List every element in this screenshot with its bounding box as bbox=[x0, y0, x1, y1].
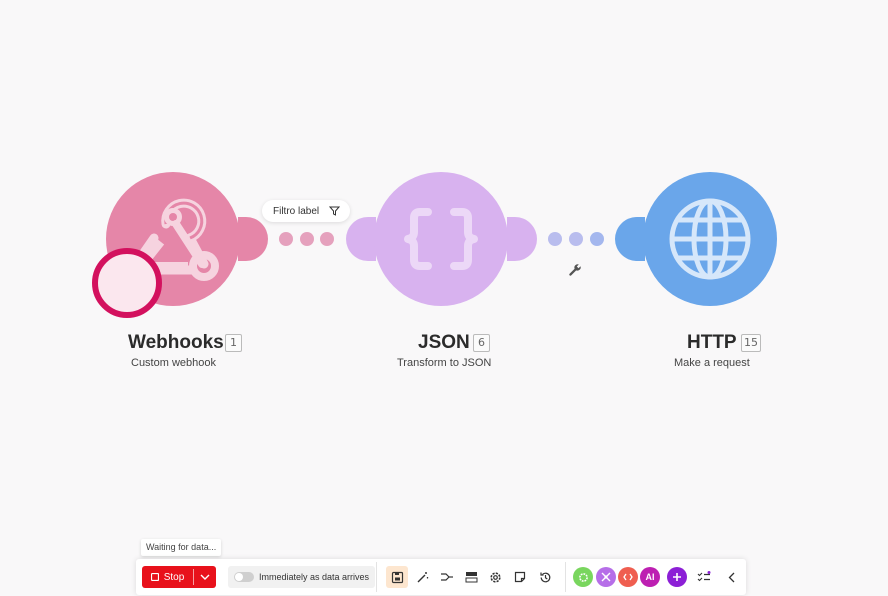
notes-button[interactable] bbox=[509, 566, 531, 588]
http-module[interactable] bbox=[643, 172, 777, 306]
toolbar-divider bbox=[376, 562, 377, 592]
toggle-label: Immediately as data arrives bbox=[259, 572, 370, 582]
stop-label: Stop bbox=[163, 571, 185, 583]
module-id-badge: 15 bbox=[741, 334, 761, 352]
checklist-icon bbox=[697, 571, 711, 582]
text-parser-icon bbox=[623, 573, 633, 581]
save-icon bbox=[391, 571, 403, 583]
scenario-toolbar: Stop Immediately as data arrives AI bbox=[136, 559, 746, 595]
run-once-ring[interactable] bbox=[92, 248, 162, 318]
status-tooltip: Waiting for data... bbox=[141, 539, 222, 556]
ai-tools-button[interactable]: AI bbox=[640, 567, 660, 587]
json-module[interactable] bbox=[374, 172, 508, 306]
toolbar-divider bbox=[565, 562, 566, 592]
module-title: HTTP bbox=[687, 332, 737, 353]
filter-label[interactable]: Filtro label bbox=[262, 200, 351, 222]
add-module-button[interactable] bbox=[667, 567, 687, 587]
json-braces-icon bbox=[404, 208, 478, 270]
connection-dot bbox=[320, 232, 334, 246]
history-icon bbox=[539, 572, 550, 582]
magic-wand-icon bbox=[417, 571, 428, 582]
layout-icon bbox=[465, 572, 477, 583]
connection-dot bbox=[569, 232, 583, 246]
scenario-canvas[interactable]: Filtro label Webhooks 1 Custom webhook J… bbox=[0, 0, 888, 596]
json-input-connector[interactable] bbox=[346, 217, 376, 261]
flow-icon bbox=[441, 573, 453, 581]
module-subtitle: Make a request bbox=[674, 357, 750, 369]
plus-icon bbox=[673, 573, 681, 581]
stop-options-button[interactable] bbox=[194, 566, 216, 588]
stop-icon bbox=[150, 573, 159, 581]
gear-icon bbox=[489, 571, 501, 583]
json-output-connector[interactable] bbox=[507, 217, 537, 261]
settings-button[interactable] bbox=[484, 566, 506, 588]
note-icon bbox=[514, 571, 526, 583]
module-id-badge: 6 bbox=[473, 334, 490, 352]
ai-label: AI bbox=[645, 572, 655, 582]
text-parser-button[interactable] bbox=[618, 567, 638, 587]
connection-dot bbox=[590, 232, 604, 246]
tools-button[interactable] bbox=[573, 567, 593, 587]
wrench-icon[interactable] bbox=[568, 263, 582, 277]
auto-align-button[interactable] bbox=[411, 566, 433, 588]
http-input-connector[interactable] bbox=[615, 217, 645, 261]
history-button[interactable] bbox=[534, 566, 556, 588]
module-title: JSON bbox=[418, 332, 470, 353]
module-subtitle: Custom webhook bbox=[131, 357, 216, 369]
scenario-checklist-button[interactable] bbox=[693, 566, 715, 588]
connection-dot bbox=[300, 232, 314, 246]
globe-icon bbox=[669, 198, 751, 280]
chevron-left-icon bbox=[728, 572, 734, 582]
toggle-switch[interactable] bbox=[234, 572, 254, 582]
filter-label-text: Filtro label bbox=[273, 205, 320, 217]
connection-dot bbox=[279, 232, 293, 246]
flow-control-button[interactable] bbox=[596, 567, 616, 587]
connection-dot bbox=[548, 232, 562, 246]
module-id-badge: 1 bbox=[225, 334, 242, 352]
collapse-toolbar-button[interactable] bbox=[720, 566, 742, 588]
filter-icon bbox=[329, 206, 341, 216]
save-button[interactable] bbox=[386, 566, 408, 588]
router-icon bbox=[601, 572, 611, 582]
immediate-toggle[interactable]: Immediately as data arrives bbox=[228, 566, 376, 588]
webhooks-output-connector[interactable] bbox=[238, 217, 268, 261]
gear-icon bbox=[578, 572, 588, 582]
module-subtitle: Transform to JSON bbox=[397, 357, 492, 369]
explain-flow-button[interactable] bbox=[436, 566, 458, 588]
chevron-down-icon bbox=[200, 574, 210, 580]
scenario-io-button[interactable] bbox=[460, 566, 482, 588]
stop-button[interactable]: Stop bbox=[142, 566, 216, 588]
module-title: Webhooks bbox=[128, 332, 224, 353]
